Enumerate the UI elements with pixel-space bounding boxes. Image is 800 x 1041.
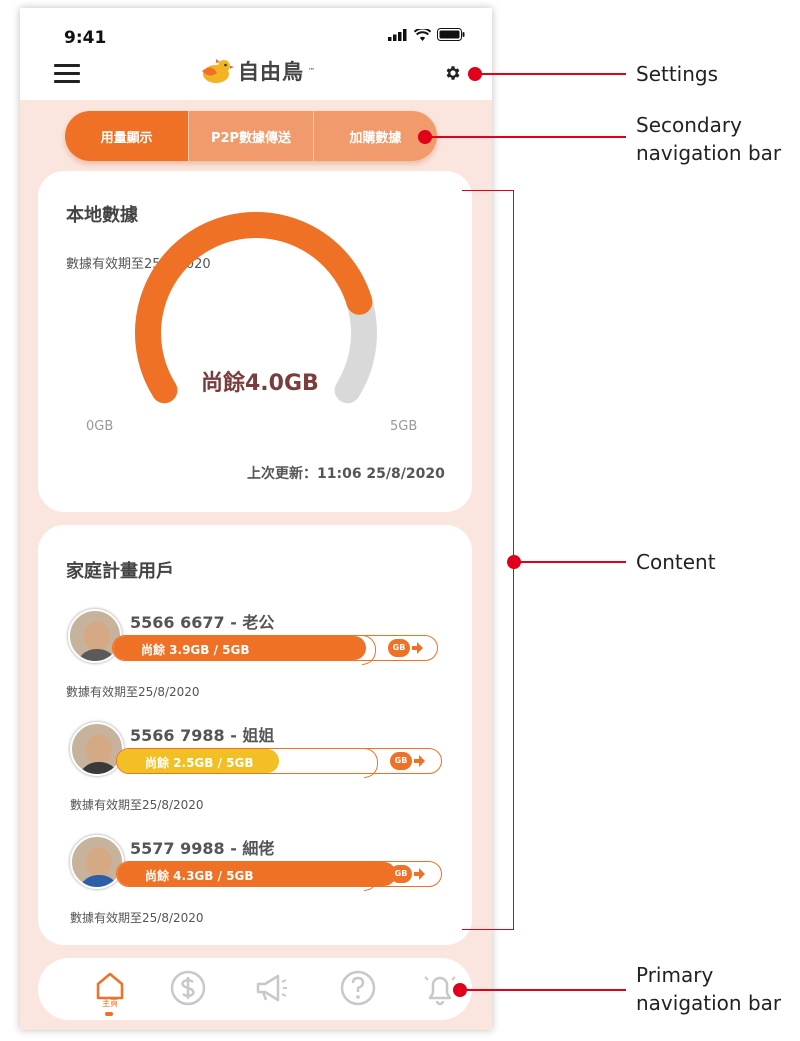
content-annotation: Content bbox=[636, 550, 716, 574]
member-expiry: 數據有效期至25/8/2020 bbox=[70, 798, 204, 812]
member-name: 5577 9988 - 細佬 bbox=[130, 839, 275, 858]
logo-text: 自由鳥 bbox=[238, 60, 304, 84]
content-leader-line bbox=[520, 561, 626, 563]
local-data-card: 本地數據 數據有效期至25/8/2020 尚餘4.0GB 0GB 5GB 上次更… bbox=[38, 171, 472, 512]
tab-usage[interactable]: 用量顯示 bbox=[65, 111, 189, 161]
secondary-nav-annotation: Secondary navigation bar bbox=[636, 113, 782, 165]
settings-leader-line bbox=[482, 73, 626, 75]
primary-nav-marker bbox=[453, 983, 467, 997]
member-row[interactable]: 5577 9988 - 細佬 尚餘 4.3GB / 5GB GB 數據有效期至2… bbox=[38, 831, 472, 931]
member-row[interactable]: 5566 6677 - 老公 尚餘 3.9GB / 5GB GB 數據有效期至2… bbox=[38, 605, 472, 705]
status-icons bbox=[388, 28, 465, 41]
usage-text: 尚餘 4.3GB / 5GB bbox=[145, 869, 254, 883]
active-indicator bbox=[105, 1012, 113, 1016]
app-logo: 自由鳥 ™ bbox=[198, 56, 315, 86]
gauge-max-label: 5GB bbox=[390, 419, 418, 434]
avatar bbox=[70, 835, 124, 889]
member-name: 5566 6677 - 老公 bbox=[130, 613, 275, 632]
settings-annotation: Settings bbox=[636, 62, 719, 86]
status-time: 9:41 bbox=[64, 28, 107, 48]
arrow-right-icon bbox=[412, 642, 423, 654]
gb-badge: GB bbox=[390, 865, 412, 883]
settings-marker bbox=[468, 67, 482, 81]
member-expiry: 數據有效期至25/8/2020 bbox=[70, 911, 204, 925]
usage-text: 尚餘 3.9GB / 5GB bbox=[141, 643, 250, 657]
megaphone-icon[interactable] bbox=[252, 968, 292, 1008]
avatar bbox=[70, 722, 124, 776]
signal-icon bbox=[388, 28, 407, 41]
wifi-icon bbox=[414, 28, 431, 41]
app-header: 9:41 自由鳥 ™ bbox=[20, 8, 492, 100]
secondary-nav-marker bbox=[418, 130, 432, 144]
gb-badge: GB bbox=[390, 752, 412, 770]
transfer-gb-button[interactable]: GB bbox=[390, 752, 426, 770]
primary-nav-bar: 主頁 bbox=[38, 958, 472, 1020]
transfer-gb-button[interactable]: GB bbox=[390, 865, 426, 883]
primary-nav-annotation: Primary navigation bar bbox=[636, 963, 782, 1015]
usage-gauge bbox=[135, 212, 377, 404]
gb-badge: GB bbox=[388, 639, 410, 657]
menu-icon[interactable] bbox=[54, 64, 80, 84]
primary-nav-leader-line bbox=[466, 989, 626, 991]
dollar-icon[interactable] bbox=[168, 968, 208, 1008]
logo-trademark: ™ bbox=[308, 67, 315, 75]
family-plan-title: 家庭計畫用戶 bbox=[66, 561, 174, 582]
content-marker bbox=[507, 555, 521, 569]
member-row[interactable]: 5566 7988 - 姐姐 尚餘 2.5GB / 5GB GB 數據有效期至2… bbox=[38, 718, 472, 818]
battery-icon bbox=[437, 28, 465, 41]
family-plan-card: 家庭計畫用戶 5566 6677 - 老公 尚餘 3.9GB / 5GB GB … bbox=[38, 525, 472, 945]
help-icon[interactable] bbox=[338, 968, 378, 1008]
gauge-remaining-label: 尚餘4.0GB bbox=[201, 371, 319, 396]
gear-icon[interactable] bbox=[444, 64, 462, 82]
arrow-right-icon bbox=[414, 868, 425, 880]
secondary-nav-leader-line bbox=[432, 136, 626, 138]
gauge-min-label: 0GB bbox=[86, 419, 114, 434]
secondary-nav-bar: 用量顯示 P2P數據傳送 加購數據 bbox=[65, 111, 437, 161]
usage-text: 尚餘 2.5GB / 5GB bbox=[145, 756, 254, 770]
last-update-text: 上次更新：11:06 25/8/2020 bbox=[247, 466, 445, 482]
member-expiry: 數據有效期至25/8/2020 bbox=[66, 685, 200, 699]
member-name: 5566 7988 - 姐姐 bbox=[130, 726, 275, 745]
arrow-right-icon bbox=[414, 755, 425, 767]
home-label: 主頁 bbox=[102, 999, 118, 1008]
bird-logo-icon bbox=[202, 59, 234, 83]
phone-screen: 9:41 自由鳥 ™ 用量顯示 P2P數據傳送 加購數據 本地數據 數據有效期至… bbox=[20, 8, 492, 1030]
transfer-gb-button[interactable]: GB bbox=[388, 639, 424, 657]
tab-p2p-transfer[interactable]: P2P數據傳送 bbox=[188, 111, 313, 161]
